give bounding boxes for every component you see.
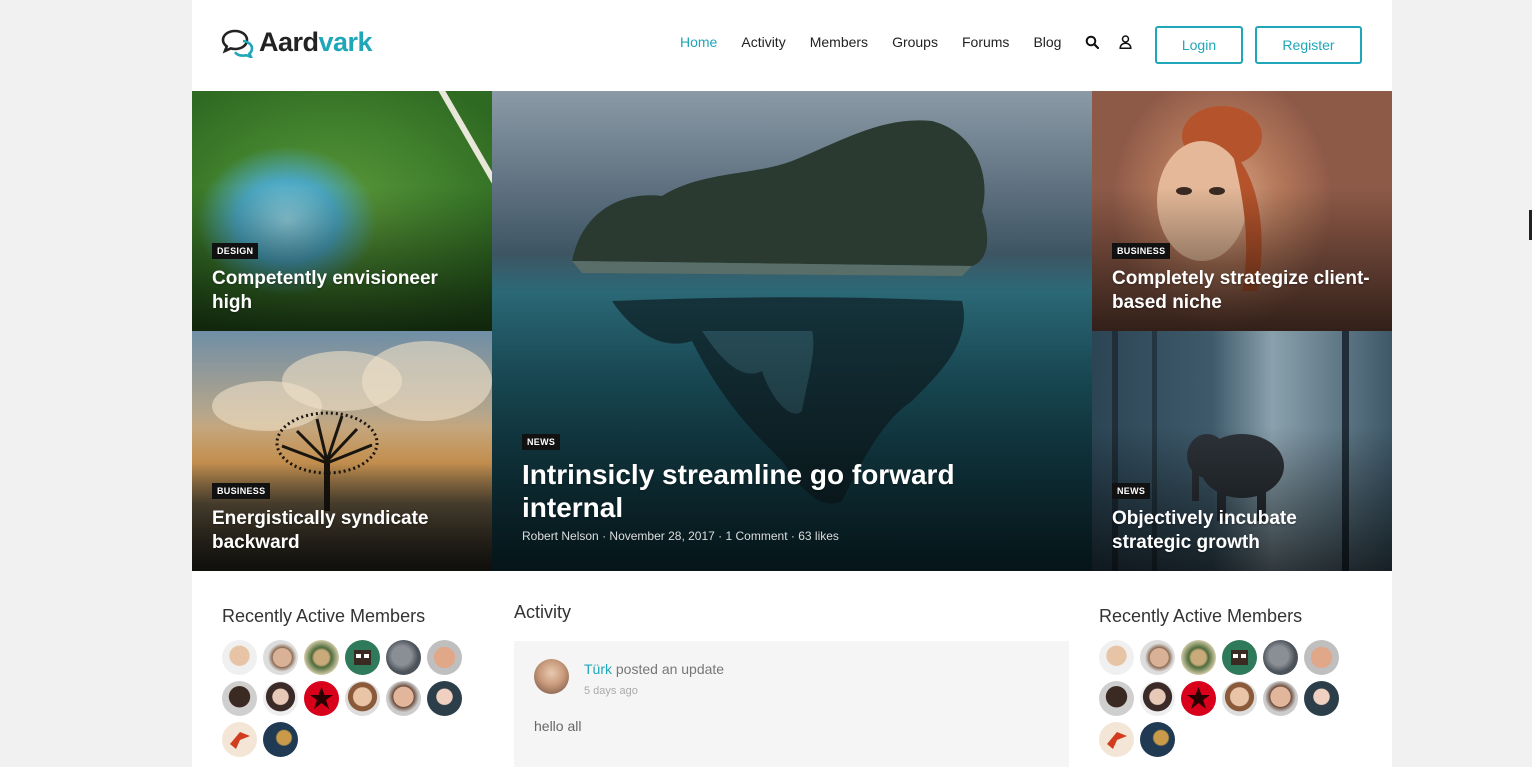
member-avatar[interactable] (1263, 640, 1298, 675)
logo-text: Aardvark (259, 27, 373, 57)
nav-home[interactable]: Home (680, 34, 717, 50)
member-avatar[interactable] (263, 681, 298, 716)
road-stripe (432, 91, 492, 185)
member-avatar[interactable] (1304, 681, 1339, 716)
featured-post-business-tree[interactable]: BUSINESS Energistically syndicate backwa… (192, 331, 492, 571)
nav-activity[interactable]: Activity (741, 34, 785, 50)
category-tag[interactable]: BUSINESS (1112, 243, 1171, 259)
member-avatar[interactable] (263, 722, 298, 757)
featured-post-business-portrait[interactable]: BUSINESS Completely strategize client-ba… (1092, 91, 1392, 331)
member-avatar[interactable] (1222, 640, 1257, 675)
member-avatar[interactable] (386, 640, 421, 675)
member-avatar[interactable] (1181, 681, 1216, 716)
member-avatar[interactable] (1222, 681, 1257, 716)
member-avatar[interactable] (1263, 681, 1298, 716)
post-likes[interactable]: 63 likes (798, 529, 839, 543)
right-members-title: Recently Active Members (1099, 606, 1303, 626)
activity-action: posted an update (612, 661, 725, 677)
member-avatar[interactable] (1304, 640, 1339, 675)
post-title[interactable]: Objectively incubate strategic growth (1112, 507, 1372, 555)
nav-groups[interactable]: Groups (892, 34, 938, 50)
search-icon[interactable] (1085, 35, 1100, 49)
register-button[interactable]: Register (1255, 26, 1362, 64)
category-tag[interactable]: NEWS (522, 434, 561, 450)
member-avatar[interactable] (1181, 640, 1216, 675)
activity-title: Activity (514, 602, 572, 622)
post-meta: Robert Nelson · November 28, 2017 · 1 Co… (522, 529, 839, 543)
left-members-list (222, 640, 462, 757)
post-comments[interactable]: 1 Comment (726, 529, 788, 543)
member-avatar[interactable] (427, 681, 462, 716)
post-title[interactable]: Energistically syndicate backward (212, 507, 472, 555)
activity-user-link[interactable]: Türk (584, 661, 612, 677)
post-author[interactable]: Robert Nelson (522, 529, 599, 543)
featured-post-design[interactable]: DESIGN Competently envisioneer high (192, 91, 492, 331)
member-avatar[interactable] (222, 681, 257, 716)
page: Aardvark Home Activity Members Groups Fo… (192, 0, 1392, 767)
category-tag[interactable]: NEWS (1112, 483, 1151, 499)
featured-posts: DESIGN Competently envisioneer high BUSI… (192, 91, 1392, 571)
chat-bubbles-icon (221, 28, 255, 59)
main-nav: Home Activity Members Groups Forums Blog (680, 34, 1152, 50)
member-avatar[interactable] (427, 640, 462, 675)
member-avatar[interactable] (304, 681, 339, 716)
activity-line: Türk posted an update (584, 661, 724, 677)
activity-card: Türk posted an update 5 days ago hello a… (514, 641, 1069, 767)
featured-post-news-main[interactable]: NEWS Intrinsicly streamline go forward i… (492, 91, 1092, 571)
member-avatar[interactable] (222, 722, 257, 757)
activity-text: hello all (534, 718, 582, 734)
featured-post-news-elephant[interactable]: NEWS Objectively incubate strategic grow… (1092, 331, 1392, 571)
member-avatar[interactable] (345, 681, 380, 716)
member-avatar[interactable] (345, 640, 380, 675)
nav-blog[interactable]: Blog (1033, 34, 1061, 50)
member-avatar[interactable] (222, 640, 257, 675)
member-avatar[interactable] (1140, 640, 1175, 675)
member-avatar[interactable] (1140, 681, 1175, 716)
member-avatar[interactable] (386, 681, 421, 716)
member-avatar[interactable] (304, 640, 339, 675)
category-tag[interactable]: BUSINESS (212, 483, 271, 499)
member-avatar[interactable] (1099, 640, 1134, 675)
member-avatar[interactable] (1140, 722, 1175, 757)
post-title[interactable]: Competently envisioneer high (212, 267, 472, 315)
post-date[interactable]: November 28, 2017 (609, 529, 714, 543)
nav-forums[interactable]: Forums (962, 34, 1009, 50)
post-title[interactable]: Intrinsicly streamline go forward intern… (522, 458, 962, 524)
user-icon[interactable] (1119, 35, 1133, 49)
site-header: Aardvark Home Activity Members Groups Fo… (192, 0, 1392, 91)
category-tag[interactable]: DESIGN (212, 243, 259, 259)
left-members-title: Recently Active Members (222, 606, 426, 626)
nav-members[interactable]: Members (810, 34, 868, 50)
member-avatar[interactable] (1099, 681, 1134, 716)
member-avatar[interactable] (263, 640, 298, 675)
post-title[interactable]: Completely strategize client-based niche (1112, 267, 1382, 315)
avatar[interactable] (534, 659, 569, 694)
activity-timestamp[interactable]: 5 days ago (584, 685, 638, 697)
right-members-list (1099, 640, 1339, 757)
login-button[interactable]: Login (1155, 26, 1243, 64)
member-avatar[interactable] (1099, 722, 1134, 757)
site-logo[interactable]: Aardvark (221, 27, 373, 59)
